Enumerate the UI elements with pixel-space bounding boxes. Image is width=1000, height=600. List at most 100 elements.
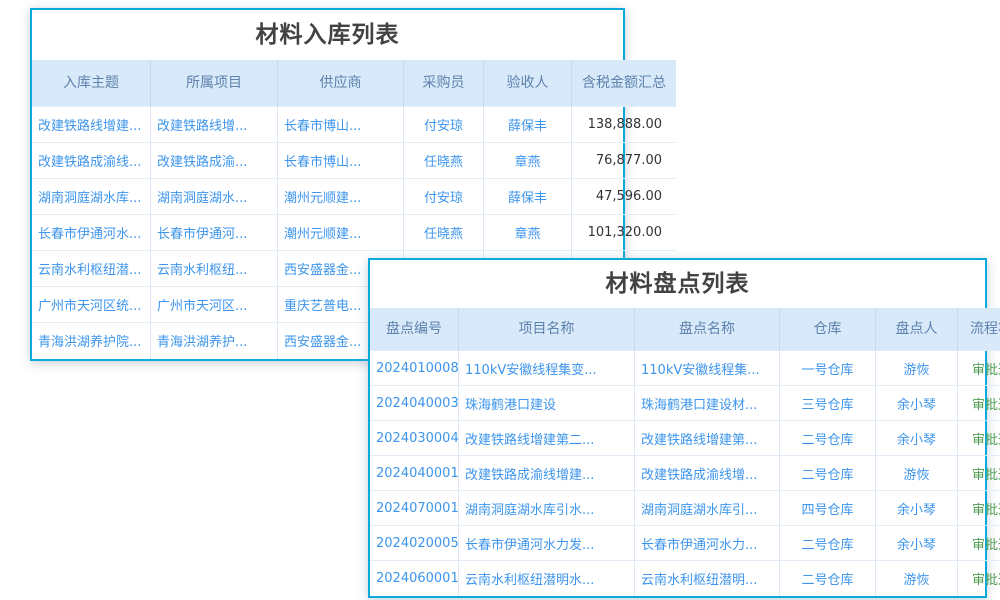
column-header-1: 所属项目 [151,61,278,107]
table-cell: 改建铁路线增建... [32,107,151,143]
table-cell: 广州市天河区... [151,287,278,323]
table-row[interactable]: 长春市伊通河水...长春市伊通河...潮州元顺建...任晓燕章燕101,320.… [32,215,676,251]
table-cell: 游恢 [876,456,958,491]
table-cell: 二号仓库 [780,421,876,456]
table-cell: 章燕 [484,215,572,251]
table-cell: 审批通过 [958,386,1000,421]
table-cell: 游恢 [876,351,958,386]
table-cell: 薛保丰 [484,179,572,215]
table-cell: 2024030004 [370,421,459,456]
table-cell: 2024010008 [370,351,459,386]
table-cell: 云南水利枢纽潜明... [635,561,780,596]
table-cell: 2024060001 [370,561,459,596]
column-header-5: 含税金额汇总 [572,61,677,107]
table-row[interactable]: 2024070001湖南洞庭湖水库引水...湖南洞庭湖水库引...四号仓库余小琴… [370,491,1000,526]
table-cell: 审批通过 [958,561,1000,596]
table-cell: 长春市博山... [278,107,404,143]
table-cell: 付安琼 [404,179,484,215]
table-cell: 游恢 [876,561,958,596]
table-cell: 潮州元顺建... [278,179,404,215]
inventory-list-card: 材料盘点列表 盘点编号项目名称盘点名称仓库盘点人流程状态202401000811… [368,258,987,598]
table-cell: 110kV安徽线程集变... [459,351,635,386]
table-cell: 湖南洞庭湖水库... [32,179,151,215]
table-cell: 改建铁路线增... [151,107,278,143]
table-cell: 云南水利枢纽潜... [32,251,151,287]
table-cell: 改建铁路成渝线增建... [459,456,635,491]
table-cell: 2024040001 [370,456,459,491]
table-cell: 珠海鹤港口建设材... [635,386,780,421]
table-cell: 改建铁路成渝线增... [635,456,780,491]
table-cell: 138,888.00 [572,107,677,143]
column-header-0: 入库主题 [32,61,151,107]
header-row: 盘点编号项目名称盘点名称仓库盘点人流程状态 [370,309,1000,351]
table-row[interactable]: 2024060001云南水利枢纽潜明水...云南水利枢纽潜明...二号仓库游恢审… [370,561,1000,596]
table-cell: 2024040003 [370,386,459,421]
table-cell: 110kV安徽线程集... [635,351,780,386]
table-cell: 云南水利枢纽... [151,251,278,287]
table-cell: 湖南洞庭湖水... [151,179,278,215]
table-cell: 改建铁路成渝... [151,143,278,179]
table-cell: 二号仓库 [780,456,876,491]
table-cell: 101,320.00 [572,215,677,251]
table-row[interactable]: 改建铁路成渝线...改建铁路成渝...长春市博山...任晓燕章燕76,877.0… [32,143,676,179]
header-row: 入库主题所属项目供应商采购员验收人含税金额汇总 [32,61,676,107]
table-cell: 审批通过 [958,351,1000,386]
table-cell: 青海洪湖养护... [151,323,278,359]
table-cell: 76,877.00 [572,143,677,179]
column-header-2: 供应商 [278,61,404,107]
table-row[interactable]: 2024040003珠海鹤港口建设珠海鹤港口建设材...三号仓库余小琴审批通过 [370,386,1000,421]
table-cell: 改建铁路线增建第... [635,421,780,456]
table-cell: 审批通过 [958,421,1000,456]
column-header-3: 仓库 [780,309,876,351]
table-cell: 余小琴 [876,386,958,421]
table-cell: 云南水利枢纽潜明水... [459,561,635,596]
table-cell: 四号仓库 [780,491,876,526]
table-cell: 湖南洞庭湖水库引水... [459,491,635,526]
table-cell: 二号仓库 [780,526,876,561]
table-cell: 审批通过 [958,526,1000,561]
column-header-5: 流程状态 [958,309,1000,351]
table-cell: 余小琴 [876,421,958,456]
table-cell: 2024020005 [370,526,459,561]
table-row[interactable]: 2024030004改建铁路线增建第二...改建铁路线增建第...二号仓库余小琴… [370,421,1000,456]
table-cell: 青海洪湖养护院... [32,323,151,359]
inventory-card-title: 材料盘点列表 [370,260,985,308]
table-cell: 湖南洞庭湖水库引... [635,491,780,526]
table-cell: 章燕 [484,143,572,179]
table-cell: 一号仓库 [780,351,876,386]
table-cell: 长春市博山... [278,143,404,179]
table-row[interactable]: 2024020005长春市伊通河水力发...长春市伊通河水力...二号仓库余小琴… [370,526,1000,561]
table-row[interactable]: 改建铁路线增建...改建铁路线增...长春市博山...付安琼薛保丰138,888… [32,107,676,143]
table-cell: 三号仓库 [780,386,876,421]
column-header-3: 采购员 [404,61,484,107]
table-cell: 任晓燕 [404,215,484,251]
table-cell: 47,596.00 [572,179,677,215]
table-cell: 余小琴 [876,491,958,526]
table-cell: 广州市天河区统... [32,287,151,323]
table-cell: 长春市伊通河水力发... [459,526,635,561]
table-cell: 余小琴 [876,526,958,561]
table-cell: 2024070001 [370,491,459,526]
inbound-card-title: 材料入库列表 [32,10,623,60]
column-header-2: 盘点名称 [635,309,780,351]
table-cell: 任晓燕 [404,143,484,179]
table-cell: 改建铁路线增建第二... [459,421,635,456]
inventory-table: 盘点编号项目名称盘点名称仓库盘点人流程状态2024010008110kV安徽线程… [370,308,1000,596]
table-row[interactable]: 2024040001改建铁路成渝线增建...改建铁路成渝线增...二号仓库游恢审… [370,456,1000,491]
table-cell: 珠海鹤港口建设 [459,386,635,421]
table-cell: 潮州元顺建... [278,215,404,251]
table-cell: 长春市伊通河水力... [635,526,780,561]
table-row[interactable]: 湖南洞庭湖水库...湖南洞庭湖水...潮州元顺建...付安琼薛保丰47,596.… [32,179,676,215]
table-row[interactable]: 2024010008110kV安徽线程集变...110kV安徽线程集...一号仓… [370,351,1000,386]
column-header-0: 盘点编号 [370,309,459,351]
table-cell: 付安琼 [404,107,484,143]
table-cell: 长春市伊通河... [151,215,278,251]
table-cell: 二号仓库 [780,561,876,596]
column-header-4: 验收人 [484,61,572,107]
table-cell: 长春市伊通河水... [32,215,151,251]
column-header-1: 项目名称 [459,309,635,351]
table-cell: 审批通过 [958,491,1000,526]
table-cell: 薛保丰 [484,107,572,143]
table-cell: 改建铁路成渝线... [32,143,151,179]
column-header-4: 盘点人 [876,309,958,351]
